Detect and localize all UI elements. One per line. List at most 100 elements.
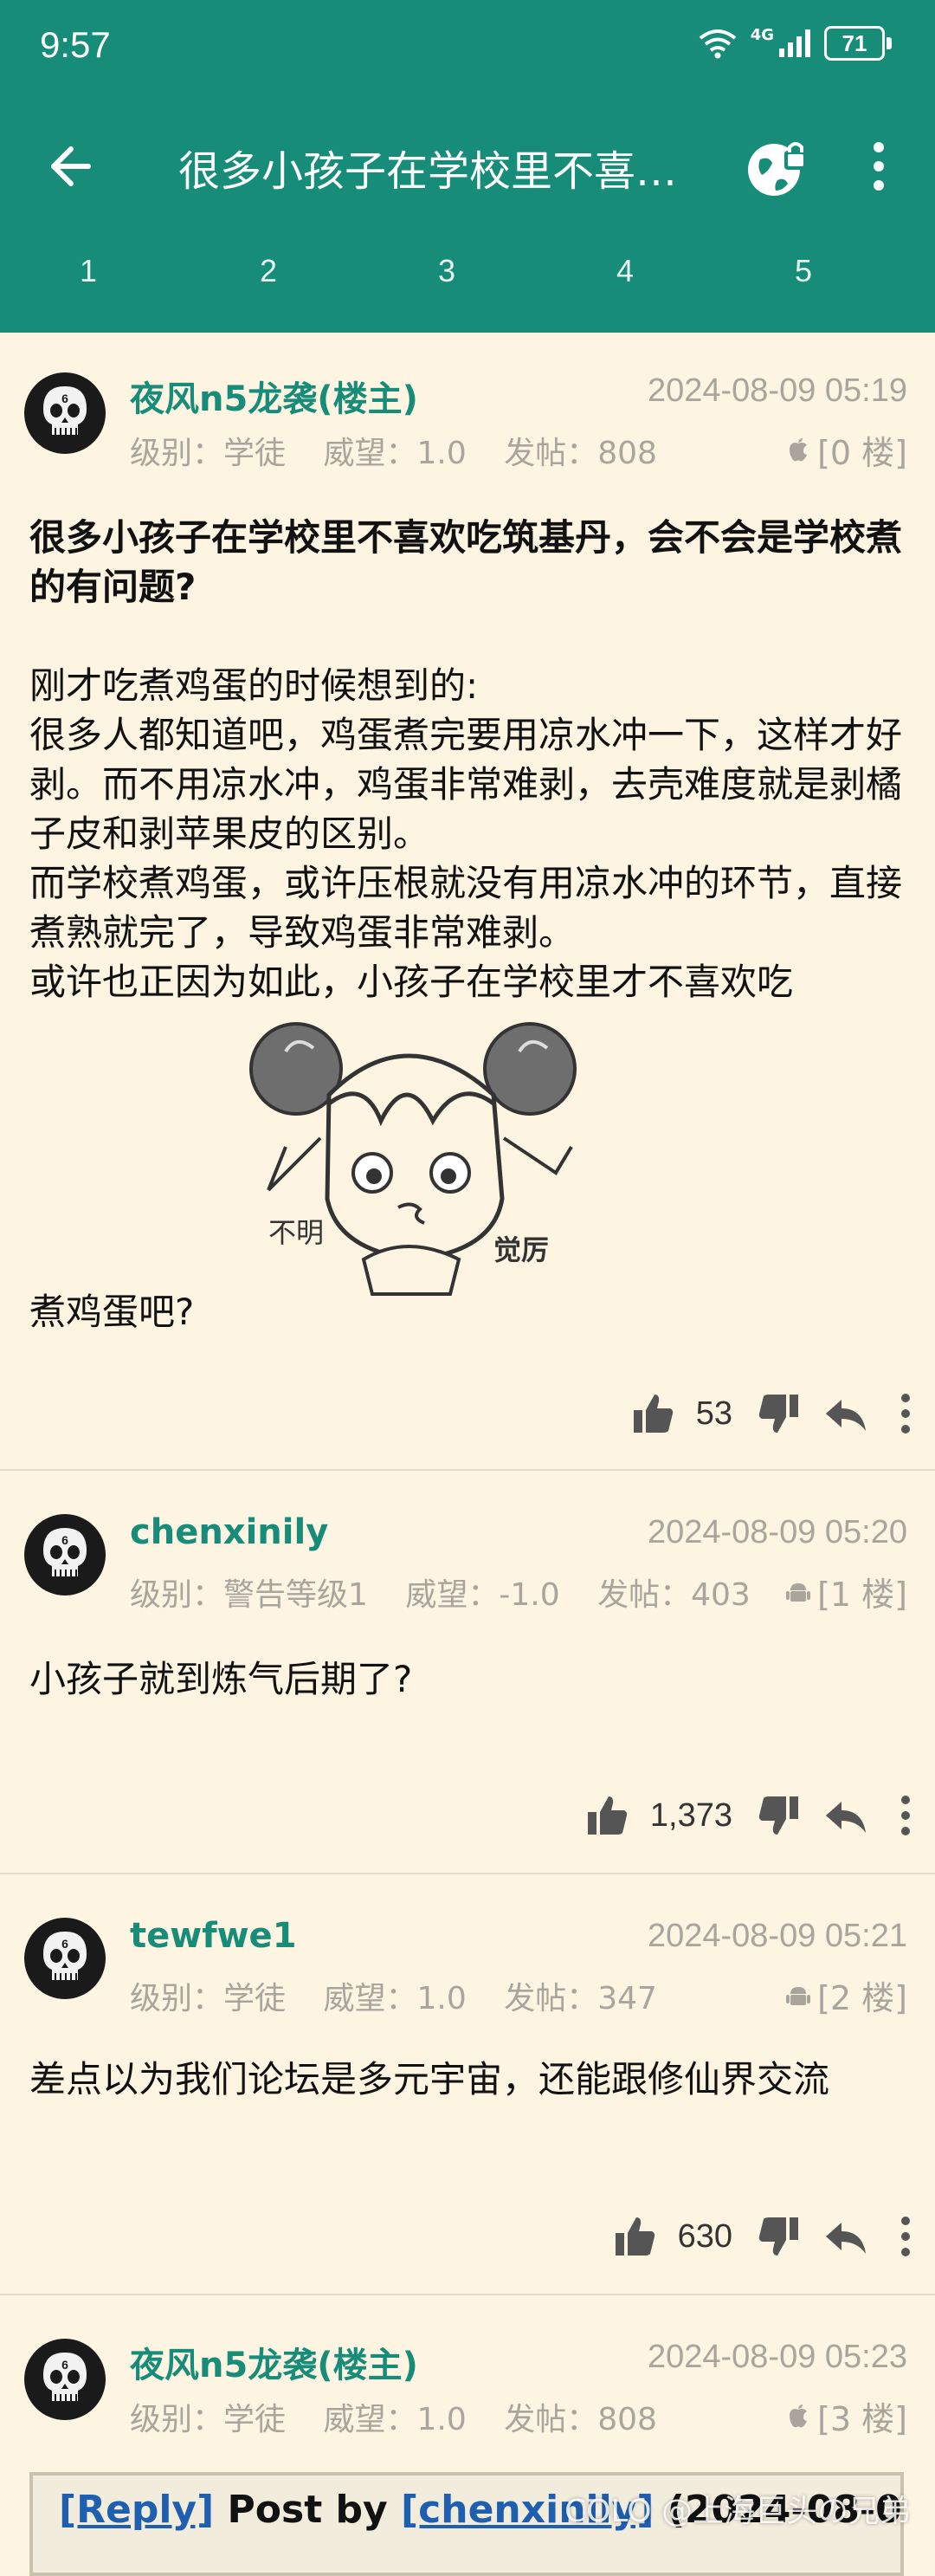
network-type: 4G	[750, 26, 774, 44]
reply-icon[interactable]	[821, 2212, 869, 2261]
floor-label: [3 楼]	[817, 2400, 907, 2438]
floor-number: [1 楼]	[784, 1568, 907, 1615]
post-author[interactable]: 夜风n5龙袭(楼主)	[130, 371, 418, 421]
user-post-count: 发帖：347	[504, 1981, 657, 2016]
post-meta: 级别：警告等级1 威望：-1.0 发帖：403	[130, 1570, 778, 1615]
apple-icon	[790, 2404, 808, 2427]
avatar[interactable]: 6	[24, 1514, 106, 1595]
more-vertical-icon[interactable]	[888, 1389, 923, 1438]
floor-number: [2 楼]	[784, 1971, 907, 2019]
post-meta: 级别：学徒 威望：1.0 发帖：808	[130, 428, 685, 473]
post-date: 2024-08-09 05:21	[647, 1918, 907, 1954]
battery-tip	[887, 37, 892, 49]
user-level: 级别：学徒	[130, 2402, 287, 2437]
globe-lock-icon[interactable]	[743, 133, 812, 203]
tab-page-5[interactable]: 5	[777, 253, 829, 289]
floor-label: [1 楼]	[817, 1576, 907, 1614]
post-author[interactable]: 夜风n5龙袭(楼主)	[130, 2337, 418, 2387]
android-icon	[786, 1986, 811, 2005]
floor-number: [0 楼]	[784, 426, 907, 474]
battery-indicator: 71	[824, 26, 885, 61]
post-content: 差点以为我们论坛是多元宇宙，还能跟修仙界交流	[29, 2055, 909, 2104]
page-tabs: 1 2 3 4 5	[0, 253, 935, 314]
tab-page-1[interactable]: 1	[62, 253, 114, 289]
post-body-line: 很多人都知道吧，鸡蛋煮完要用凉水冲一下，这样才好剥。而不用凉水冲，鸡蛋非常难剥，…	[29, 714, 903, 855]
thumbs-up-icon[interactable]	[629, 1389, 677, 1438]
app-header: 9:57 4G 71 很多小孩子在学校里不喜欢 1 2 3 4 5	[0, 0, 935, 333]
post-floor-1: 6 chenxinily 2024-08-09 05:20 级别：警告等级1 威…	[0, 1471, 935, 1873]
arrow-left-icon[interactable]	[42, 139, 97, 194]
post-author[interactable]: tewfwe1	[130, 1916, 297, 1956]
reply-icon[interactable]	[821, 1389, 869, 1438]
user-prestige: 威望：1.0	[323, 1981, 467, 2016]
post-date: 2024-08-09 05:20	[647, 1514, 907, 1550]
status-icons: 4G 71	[697, 26, 892, 61]
post-content-end: 煮鸡蛋吧?	[29, 1287, 909, 1337]
post-content: 很多小孩子在学校里不喜欢吃筑基丹，会不会是学校煮的有问题? 刚才吃煮鸡蛋的时候想…	[29, 513, 909, 1006]
thumbs-up-icon[interactable]	[583, 1791, 631, 1840]
floor-label: [0 楼]	[817, 434, 907, 472]
like-count: 1,373	[649, 1796, 732, 1834]
skull-avatar-icon: 6	[43, 386, 87, 435]
avatar[interactable]: 6	[24, 1918, 106, 1999]
signal-icon	[779, 29, 810, 57]
tab-page-3[interactable]: 3	[421, 253, 473, 289]
tab-page-4[interactable]: 4	[599, 253, 651, 289]
more-vertical-icon[interactable]	[888, 2212, 923, 2261]
tab-page-2[interactable]: 2	[242, 253, 294, 289]
svg-text:6: 6	[61, 2358, 68, 2372]
android-icon	[786, 1582, 811, 1602]
toolbar: 很多小孩子在学校里不喜欢吃筑基丹，会不会是学校煮的有问题?	[0, 113, 935, 217]
post-body-line: 而学校煮鸡蛋，或许压根就没有用凉水冲的环节，直接煮熟就完了，导致鸡蛋非常难剥。	[29, 862, 903, 954]
post-content: 小孩子就到炼气后期了?	[29, 1654, 909, 1704]
thumbs-up-icon[interactable]	[610, 2212, 659, 2261]
post-title: 很多小孩子在学校里不喜欢吃筑基丹，会不会是学校煮的有问题?	[29, 516, 903, 608]
skull-avatar-icon: 6	[43, 2353, 87, 2401]
user-post-count: 发帖：808	[504, 436, 657, 471]
skull-avatar-icon: 6	[43, 1932, 87, 1980]
post-actions: 53	[629, 1379, 935, 1448]
skull-avatar-icon: 6	[43, 1528, 87, 1576]
floor-label: [2 楼]	[817, 1979, 907, 2017]
thread-title: 很多小孩子在学校里不喜欢吃筑基丹，会不会是学校煮的有问题?	[178, 147, 680, 196]
sticker-image: 不明 觉厉	[234, 1000, 615, 1311]
reply-postby: Post by	[214, 2488, 402, 2532]
post-actions: 630	[610, 2202, 935, 2271]
chibi-sticker-icon: 不明 觉厉	[249, 1022, 577, 1296]
sticker-text-left: 不明	[268, 1216, 324, 1249]
reply-link[interactable]: [Reply]	[59, 2488, 214, 2532]
post-body-line: 刚才吃煮鸡蛋的时候想到的:	[29, 664, 479, 707]
user-post-count: 发帖：403	[597, 1577, 751, 1613]
svg-text:6: 6	[61, 1937, 68, 1951]
post-floor-2: 6 tewfwe1 2024-08-09 05:21 级别：学徒 威望：1.0 …	[0, 1874, 935, 2294]
status-bar: 9:57 4G 71	[0, 0, 935, 95]
battery-level: 71	[842, 29, 867, 56]
post-floor-0: 6 夜风n5龙袭(楼主) 2024-08-09 05:19 级别：学徒 威望：1…	[0, 333, 935, 1469]
like-count: 53	[695, 1395, 732, 1432]
status-time: 9:57	[40, 24, 111, 65]
more-vertical-icon[interactable]	[866, 139, 892, 194]
post-body: 小孩子就到炼气后期了?	[29, 1658, 413, 1700]
post-meta: 级别：学徒 威望：1.0 发帖：347	[130, 1973, 685, 2018]
thumbs-down-icon[interactable]	[755, 2212, 803, 2261]
reply-icon[interactable]	[821, 1791, 869, 1840]
avatar[interactable]: 6	[24, 372, 106, 454]
thumbs-down-icon[interactable]	[755, 1791, 803, 1840]
user-post-count: 发帖：808	[504, 2402, 657, 2437]
watermark: COLO @上海巨头の兄弟	[564, 2494, 911, 2529]
user-level: 级别：警告等级1	[130, 1577, 368, 1613]
post-date: 2024-08-09 05:23	[647, 2339, 907, 2375]
user-level: 级别：学徒	[130, 1981, 287, 2016]
avatar[interactable]: 6	[24, 2339, 106, 2420]
post-meta: 级别：学徒 威望：1.0 发帖：808	[130, 2394, 685, 2439]
post-body-end: 煮鸡蛋吧?	[29, 1291, 195, 1333]
sticker-text-right: 觉厉	[493, 1233, 549, 1266]
like-count: 630	[677, 2217, 732, 2255]
floor-number: [3 楼]	[784, 2392, 907, 2440]
wifi-icon	[699, 29, 736, 59]
more-vertical-icon[interactable]	[888, 1791, 923, 1840]
user-prestige: 威望：1.0	[323, 436, 467, 471]
thumbs-down-icon[interactable]	[755, 1389, 803, 1438]
post-author[interactable]: chenxinily	[130, 1512, 328, 1552]
apple-icon	[790, 437, 808, 461]
